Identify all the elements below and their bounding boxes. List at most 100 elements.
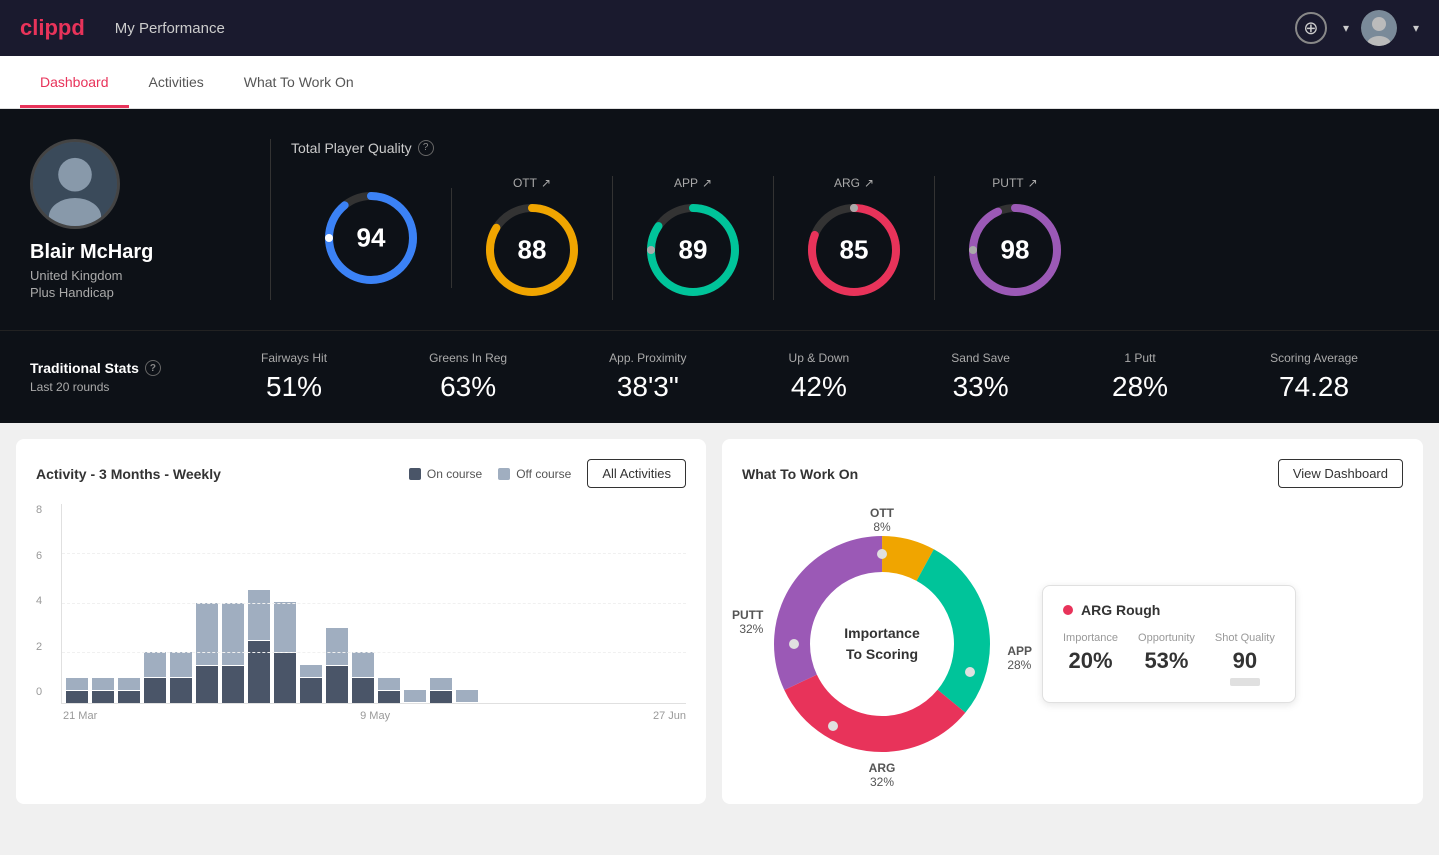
- stat-fairways-hit: Fairways Hit 51%: [261, 351, 327, 403]
- bar-12: [352, 652, 374, 703]
- add-chevron: ▾: [1343, 21, 1349, 35]
- putt-score-item: PUTT ↗ 98: [935, 176, 1095, 300]
- bar-5: [170, 652, 192, 703]
- help-icon[interactable]: ?: [418, 140, 434, 156]
- on-course-dot: [409, 468, 421, 480]
- ott-arrow: ↗: [541, 176, 551, 190]
- bar-3: [118, 678, 140, 703]
- ott-score-value: 88: [518, 234, 547, 265]
- donut-wrapper: ImportanceTo Scoring OTT 8% APP 28% ARG …: [742, 504, 1022, 784]
- tab-what-to-work-on[interactable]: What To Work On: [224, 56, 374, 108]
- bar-4: [144, 652, 166, 703]
- header-actions: ⊕ ▾ ▾: [1295, 10, 1419, 46]
- app-donut-label: APP 28%: [1007, 644, 1032, 672]
- what-to-work-on-card: What To Work On View Dashboard: [722, 439, 1423, 804]
- putt-arrow: ↗: [1028, 176, 1038, 190]
- y-axis: 8 6 4 2 0: [36, 504, 42, 698]
- player-country: United Kingdom: [30, 268, 123, 283]
- chart-header: Activity - 3 Months - Weekly On course O…: [36, 459, 686, 488]
- avatar-svg: [33, 142, 117, 226]
- bar-8: [248, 590, 270, 703]
- add-button[interactable]: ⊕: [1295, 12, 1327, 44]
- arg-ring: 85: [804, 200, 904, 300]
- player-avatar: [30, 139, 120, 229]
- player-name: Blair McHarg: [30, 241, 153, 264]
- nav-tabs: Dashboard Activities What To Work On: [0, 56, 1439, 109]
- bar-11: [326, 628, 348, 703]
- trad-help-icon[interactable]: ?: [145, 360, 161, 376]
- app-ring: 89: [643, 200, 743, 300]
- bars-area: [61, 504, 686, 704]
- bar-10: [300, 665, 322, 703]
- logo: clippd: [20, 15, 85, 41]
- ott-score-item: OTT ↗ 88: [452, 176, 613, 300]
- avatar-image: [1361, 10, 1397, 46]
- tooltip-title: ARG Rough: [1063, 602, 1275, 618]
- quality-label: Total Player Quality ?: [291, 140, 1409, 156]
- grid-line-2: [62, 652, 686, 653]
- what-title: What To Work On: [742, 466, 858, 482]
- off-course-dot: [498, 468, 510, 480]
- app-score-value: 89: [679, 234, 708, 265]
- tooltip-importance: Importance 20%: [1063, 632, 1118, 686]
- donut-center-text: ImportanceTo Scoring: [844, 623, 919, 665]
- quality-section: Total Player Quality ? 94: [291, 140, 1409, 300]
- plus-icon: ⊕: [1303, 18, 1318, 39]
- putt-donut-label: PUTT 32%: [732, 608, 763, 636]
- scores-row: 94 OTT ↗ 88: [291, 176, 1409, 300]
- bar-15: [430, 678, 452, 703]
- app-label: APP ↗: [674, 176, 712, 190]
- activity-chart-card: Activity - 3 Months - Weekly On course O…: [16, 439, 706, 804]
- tooltip-opportunity: Opportunity 53%: [1138, 632, 1195, 686]
- view-dashboard-button[interactable]: View Dashboard: [1278, 459, 1403, 488]
- app-score-item: APP ↗ 89: [613, 176, 774, 300]
- header: clippd My Performance ⊕ ▾ ▾: [0, 0, 1439, 56]
- ott-donut-label: OTT 8%: [870, 506, 894, 534]
- header-title: My Performance: [115, 20, 1295, 37]
- avatar[interactable]: [1361, 10, 1397, 46]
- stat-group: Fairways Hit 51% Greens In Reg 63% App. …: [210, 351, 1409, 403]
- avatar-chevron: ▾: [1413, 21, 1419, 35]
- traditional-stats: Traditional Stats ? Last 20 rounds Fairw…: [0, 330, 1439, 423]
- legend-off-course: Off course: [498, 467, 571, 481]
- player-info: Blair McHarg United Kingdom Plus Handica…: [30, 139, 250, 300]
- main-score-item: 94: [291, 188, 452, 288]
- main-ring: 94: [321, 188, 421, 288]
- x-axis-labels: 21 Mar 9 May 27 Jun: [61, 710, 686, 722]
- chart-area: 8 6 4 2 0: [36, 504, 686, 722]
- arg-label: ARG ↗: [834, 176, 874, 190]
- stat-app-proximity: App. Proximity 38'3": [609, 351, 686, 403]
- donut-area: ImportanceTo Scoring OTT 8% APP 28% ARG …: [742, 504, 1403, 784]
- stat-up-down: Up & Down 42%: [789, 351, 850, 403]
- ott-ring: 88: [482, 200, 582, 300]
- putt-score-value: 98: [1001, 234, 1030, 265]
- what-header: What To Work On View Dashboard: [742, 459, 1403, 488]
- tooltip-shot-quality: Shot Quality 90: [1215, 632, 1275, 686]
- bar-1: [66, 678, 88, 703]
- tooltip-stats: Importance 20% Opportunity 53% Shot Qual…: [1063, 632, 1275, 686]
- tooltip-dot: [1063, 605, 1073, 615]
- putt-label: PUTT ↗: [992, 176, 1037, 190]
- stat-greens-in-reg: Greens In Reg 63%: [429, 351, 507, 403]
- grid-line-6: [62, 553, 686, 554]
- bar-14: [404, 690, 426, 703]
- arg-score-value: 85: [840, 234, 869, 265]
- all-activities-button[interactable]: All Activities: [587, 459, 686, 488]
- hero-section: Blair McHarg United Kingdom Plus Handica…: [0, 109, 1439, 330]
- bar-13: [378, 678, 400, 703]
- bottom-section: Activity - 3 Months - Weekly On course O…: [0, 423, 1439, 820]
- arg-score-item: ARG ↗ 85: [774, 176, 935, 300]
- trad-label: Traditional Stats ? Last 20 rounds: [30, 360, 210, 394]
- chart-legend: On course Off course: [409, 467, 572, 481]
- arg-donut-label: ARG 32%: [869, 761, 896, 789]
- stat-scoring-average: Scoring Average 74.28: [1270, 351, 1358, 403]
- stat-1-putt: 1 Putt 28%: [1112, 351, 1168, 403]
- player-handicap: Plus Handicap: [30, 285, 114, 300]
- tab-activities[interactable]: Activities: [129, 56, 224, 108]
- bar-16: [456, 690, 478, 703]
- tab-dashboard[interactable]: Dashboard: [20, 56, 129, 108]
- shot-quality-bar: [1230, 678, 1260, 686]
- app-arrow: ↗: [702, 176, 712, 190]
- main-score-value: 94: [357, 222, 386, 253]
- stat-sand-save: Sand Save 33%: [951, 351, 1010, 403]
